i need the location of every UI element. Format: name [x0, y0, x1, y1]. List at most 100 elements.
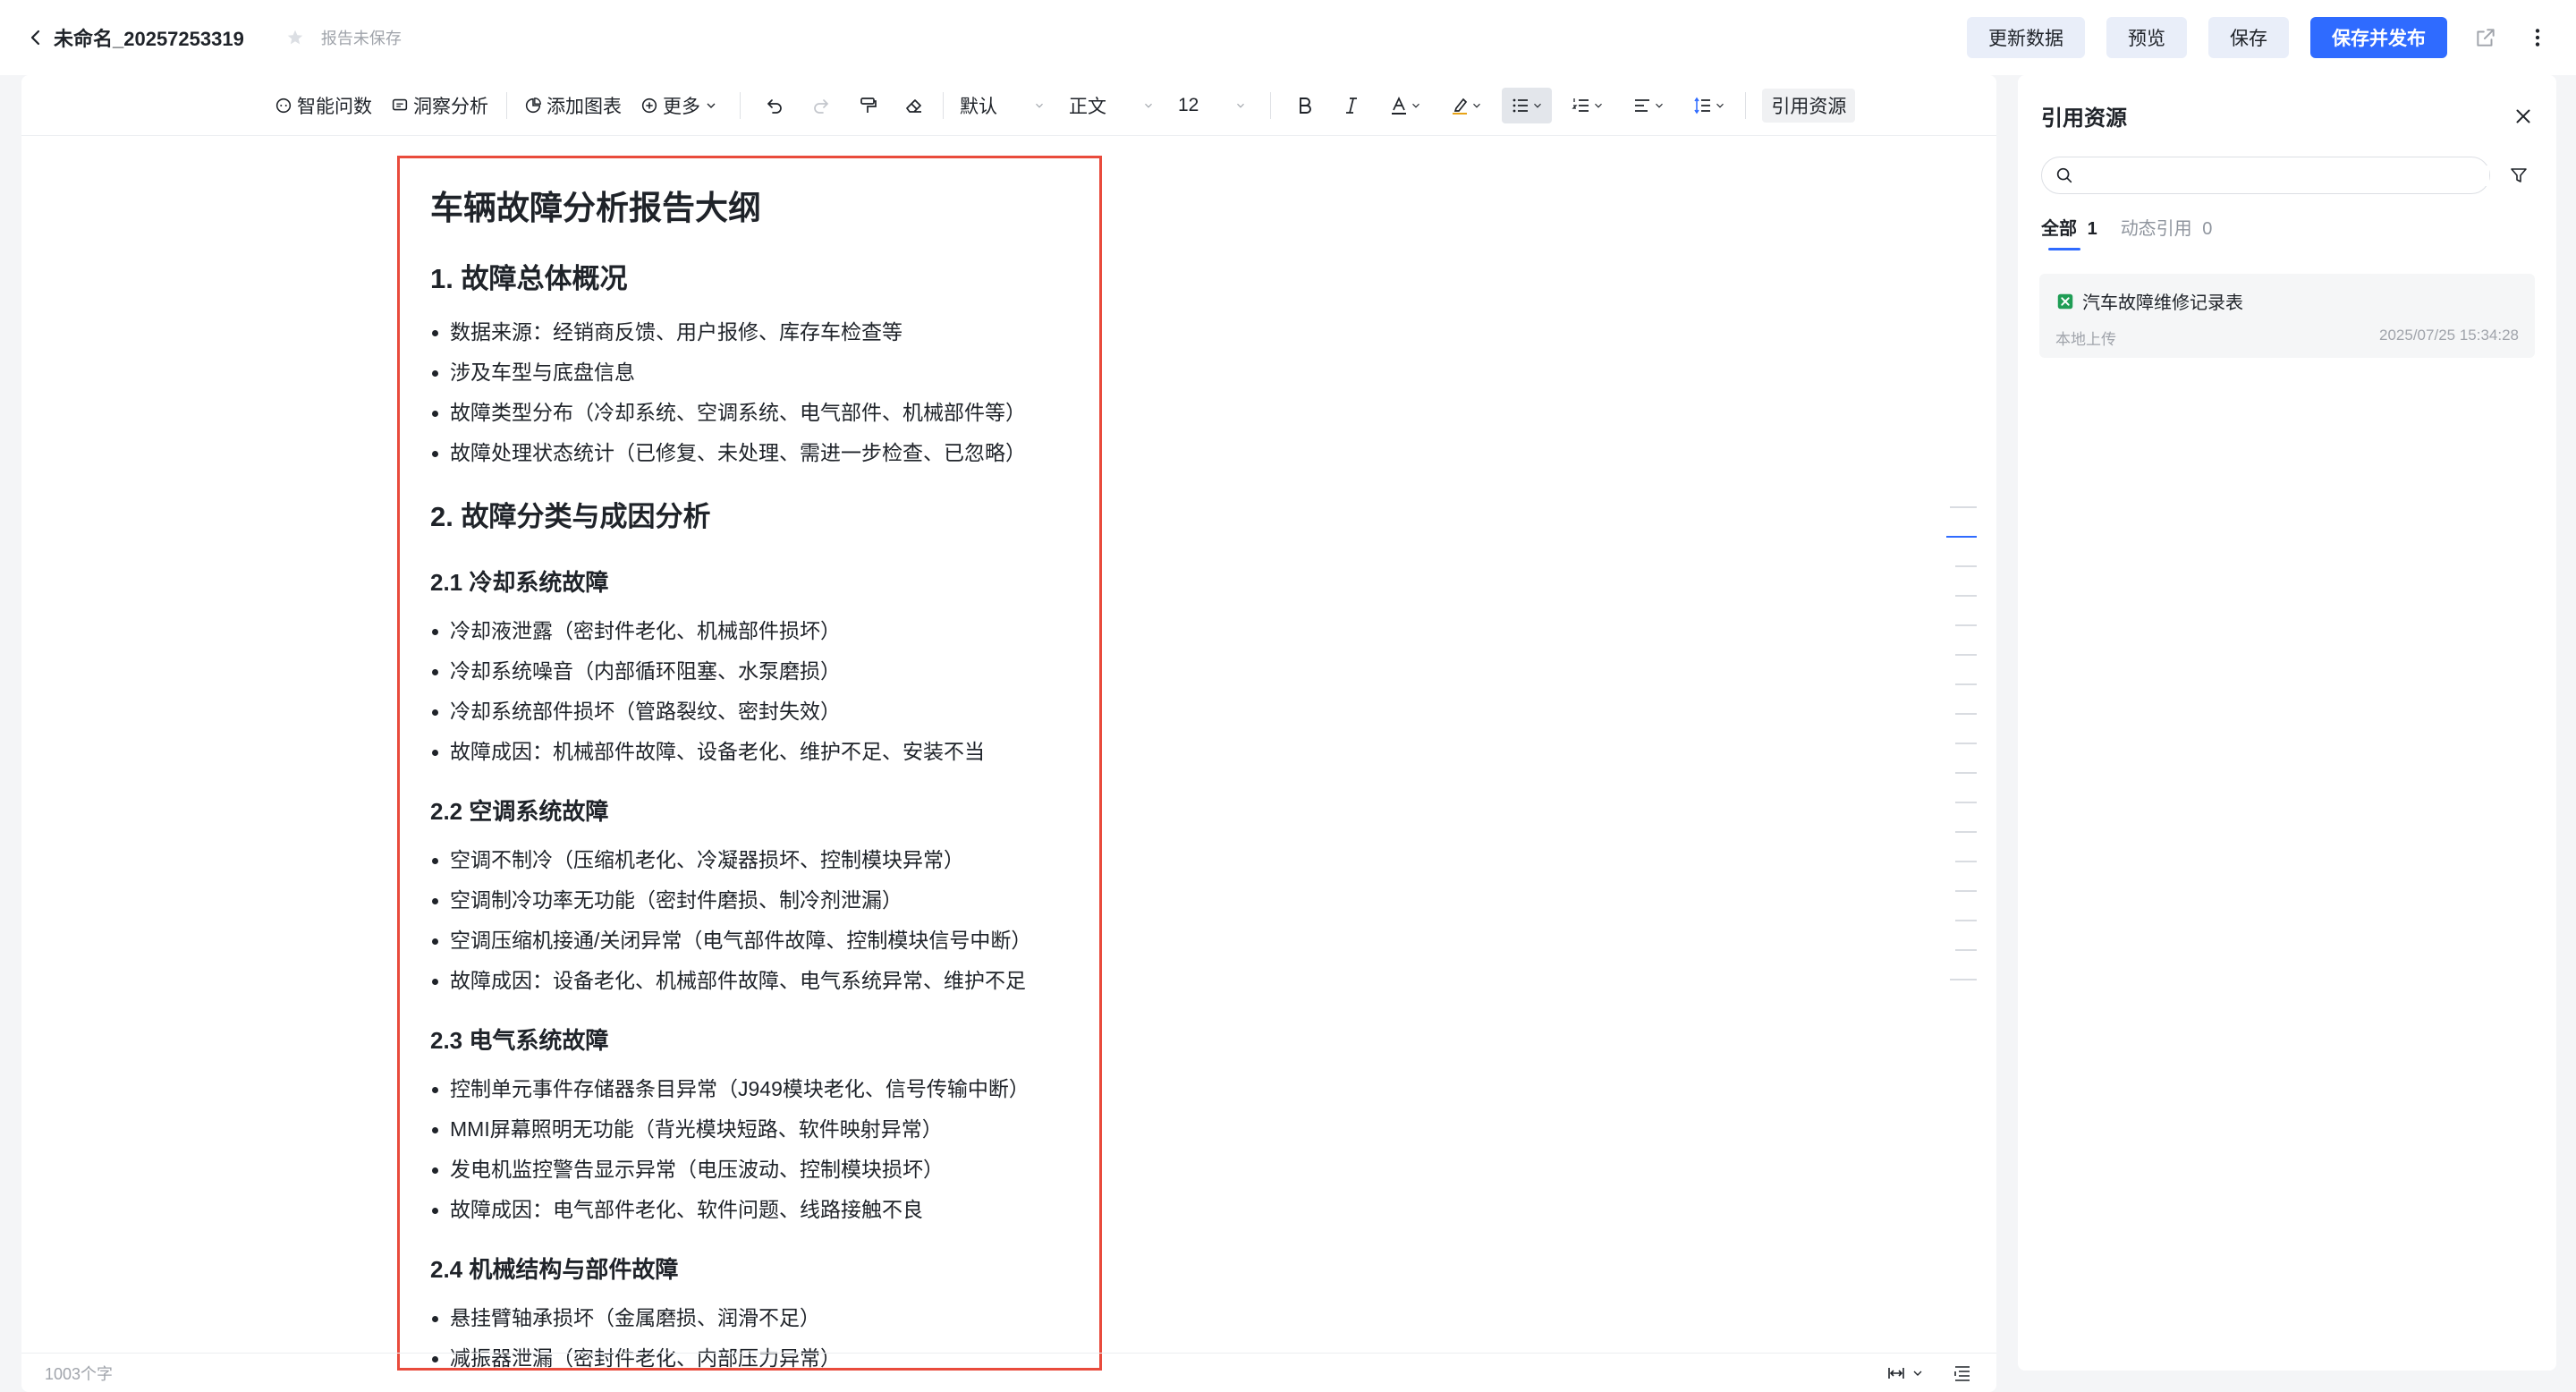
list-item[interactable]: 冷却系统部件损坏（管路裂纹、密封失效）	[430, 692, 1069, 732]
undo-icon[interactable]	[757, 88, 792, 123]
ref-item-name: 汽车故障维修记录表	[2082, 293, 2243, 313]
font-family-value: 默认	[960, 96, 997, 117]
list-item[interactable]: 故障成因：设备老化、机械部件故障、电气系统异常、维护不足	[430, 961, 1069, 1001]
bold-icon[interactable]	[1287, 88, 1323, 123]
numbered-list-icon[interactable]	[1563, 88, 1613, 123]
editor-card: 智能问数 洞察分析 添加图表 更多 默认 正文 12 引用资源 车辆故障分析报告…	[21, 75, 1996, 1392]
outline-line[interactable]	[1955, 713, 1977, 715]
list-item[interactable]: 故障处理状态统计（已修复、未处理、需进一步检查、已忽略）	[430, 433, 1069, 473]
list-item[interactable]: 悬挂臂轴承损坏（金属磨损、润滑不足）	[430, 1298, 1069, 1338]
document-heading[interactable]: 车辆故障分析报告大纲	[430, 189, 1069, 228]
chevron-down-icon	[1145, 103, 1152, 108]
list-item[interactable]: 空调压缩机接通/关闭异常（电气部件故障、控制模块信号中断）	[430, 921, 1069, 961]
font-color-icon[interactable]	[1380, 88, 1430, 123]
document-content[interactable]: 车辆故障分析报告大纲 1. 故障总体概况 数据来源：经销商反馈、用户报修、库存车…	[400, 158, 1099, 1368]
outline-line[interactable]	[1955, 890, 1977, 892]
outline-line[interactable]	[1955, 654, 1977, 656]
outline-line[interactable]	[1950, 979, 1977, 980]
list-item[interactable]: 空调不制冷（压缩机老化、冷凝器损坏、控制模块异常）	[430, 840, 1069, 880]
save-button[interactable]: 保存	[2208, 17, 2289, 58]
outline-line[interactable]	[1955, 831, 1977, 833]
outline-line[interactable]	[1955, 624, 1977, 626]
more-vertical-icon[interactable]	[2524, 24, 2551, 51]
outline-toggle-icon[interactable]	[1952, 1362, 1973, 1384]
chevron-down-icon	[707, 103, 716, 108]
list-item[interactable]: MMI屏幕照明无功能（背光模块短路、软件映射异常）	[430, 1109, 1069, 1150]
list-item[interactable]: 空调制冷功率无功能（密封件磨损、制冷剂泄漏）	[430, 880, 1069, 921]
outline-line[interactable]	[1955, 565, 1977, 567]
list-item[interactable]: 控制单元事件存储器条目异常（J949模块老化、信号传输中断）	[430, 1069, 1069, 1109]
paragraph-style-select[interactable]: 正文	[1069, 88, 1155, 123]
more-label: 更多	[663, 96, 700, 117]
top-actions: 更新数据 预览 保存 保存并发布	[1945, 17, 2551, 58]
subsection-heading[interactable]: 2.1 冷却系统故障	[430, 568, 1069, 597]
more-button[interactable]: 更多	[640, 88, 722, 123]
outline-line[interactable]	[1955, 595, 1977, 597]
outline-line[interactable]	[1955, 772, 1977, 774]
outline-minimap[interactable]	[1946, 506, 1977, 1008]
ref-panel-title: 引用资源	[2041, 106, 2127, 131]
smart-query-button[interactable]: 智能问数	[274, 88, 372, 123]
filter-icon[interactable]	[2508, 165, 2529, 186]
bullet-list: 空调不制冷（压缩机老化、冷凝器损坏、控制模块异常） 空调制冷功率无功能（密封件磨…	[430, 840, 1069, 1001]
list-item[interactable]: 数据来源：经销商反馈、用户报修、库存车检查等	[430, 312, 1069, 352]
font-size-value: 12	[1178, 94, 1199, 115]
document-page[interactable]: 车辆故障分析报告大纲 1. 故障总体概况 数据来源：经销商反馈、用户报修、库存车…	[397, 156, 1102, 1371]
outline-line[interactable]	[1955, 683, 1977, 685]
ref-search-row	[2018, 132, 2556, 194]
subsection-heading[interactable]: 2.2 空调系统故障	[430, 797, 1069, 826]
ref-item-source: 本地上传	[2055, 331, 2116, 348]
insight-label: 洞察分析	[413, 96, 488, 117]
list-item[interactable]: 故障类型分布（冷却系统、空调系统、电气部件、机械部件等）	[430, 393, 1069, 433]
bullet-list: 数据来源：经销商反馈、用户报修、库存车检查等 涉及车型与底盘信息 故障类型分布（…	[430, 312, 1069, 473]
add-chart-button[interactable]: 添加图表	[523, 88, 622, 123]
close-icon[interactable]	[2512, 105, 2535, 128]
outline-line[interactable]	[1950, 506, 1977, 508]
outline-line[interactable]	[1955, 802, 1977, 803]
list-item[interactable]: 涉及车型与底盘信息	[430, 352, 1069, 393]
outline-line-active[interactable]	[1946, 536, 1977, 538]
update-data-button[interactable]: 更新数据	[1967, 17, 2085, 58]
section-heading[interactable]: 2. 故障分类与成因分析	[430, 500, 1069, 534]
list-item[interactable]: 冷却液泄露（密封件老化、机械部件损坏）	[430, 611, 1069, 651]
highlight-icon[interactable]	[1441, 88, 1491, 123]
save-status-text: 报告未保存	[320, 30, 402, 47]
footer-icons	[1859, 1362, 1973, 1384]
share-icon[interactable]	[2472, 24, 2499, 51]
redo-icon[interactable]	[803, 88, 839, 123]
format-painter-icon[interactable]	[850, 88, 886, 123]
list-item[interactable]: 故障成因：电气部件老化、软件问题、线路接触不良	[430, 1190, 1069, 1230]
italic-icon[interactable]	[1334, 88, 1369, 123]
outline-line[interactable]	[1955, 743, 1977, 744]
line-height-icon[interactable]	[1684, 88, 1734, 123]
outline-line[interactable]	[1955, 861, 1977, 862]
ref-resource-item[interactable]: 汽车故障维修记录表 本地上传 2025/07/25 15:34:28	[2039, 274, 2535, 358]
back-button[interactable]: 未命名_20257253319	[25, 23, 244, 52]
comment-icon	[392, 98, 408, 110]
ref-search-box[interactable]	[2041, 157, 2490, 194]
subsection-heading[interactable]: 2.3 电气系统故障	[430, 1026, 1069, 1055]
star-icon[interactable]	[285, 28, 305, 47]
bullet-list-icon[interactable]	[1502, 87, 1553, 123]
eraser-icon[interactable]	[896, 88, 932, 123]
save-publish-button[interactable]: 保存并发布	[2310, 17, 2447, 58]
outline-line[interactable]	[1955, 949, 1977, 951]
font-family-select[interactable]: 默认	[960, 88, 1046, 123]
list-item[interactable]: 故障成因：机械部件故障、设备老化、维护不足、安装不当	[430, 732, 1069, 772]
section-heading[interactable]: 1. 故障总体概况	[430, 262, 1069, 296]
ref-resources-button[interactable]: 引用资源	[1762, 88, 1856, 123]
align-left-icon[interactable]	[1623, 88, 1674, 123]
list-item[interactable]: 发电机监控警告显示异常（电压波动、控制模块损坏）	[430, 1150, 1069, 1190]
tab-dynamic-ref[interactable]: 动态引用 0	[2121, 214, 2213, 250]
tab-all-label: 全部	[2041, 219, 2077, 239]
font-size-select[interactable]: 12	[1178, 88, 1247, 123]
preview-button[interactable]: 预览	[2106, 17, 2187, 58]
insight-button[interactable]: 洞察分析	[390, 88, 488, 123]
page-width-icon[interactable]	[1885, 1362, 1925, 1384]
subsection-heading[interactable]: 2.4 机械结构与部件故障	[430, 1255, 1069, 1284]
list-item[interactable]: 冷却系统噪音（内部循环阻塞、水泵磨损）	[430, 651, 1069, 692]
document-title[interactable]: 未命名_20257253319	[54, 23, 244, 52]
ref-search-input[interactable]	[2081, 165, 2489, 186]
outline-line[interactable]	[1955, 920, 1977, 921]
tab-all[interactable]: 全部 1	[2041, 214, 2097, 250]
